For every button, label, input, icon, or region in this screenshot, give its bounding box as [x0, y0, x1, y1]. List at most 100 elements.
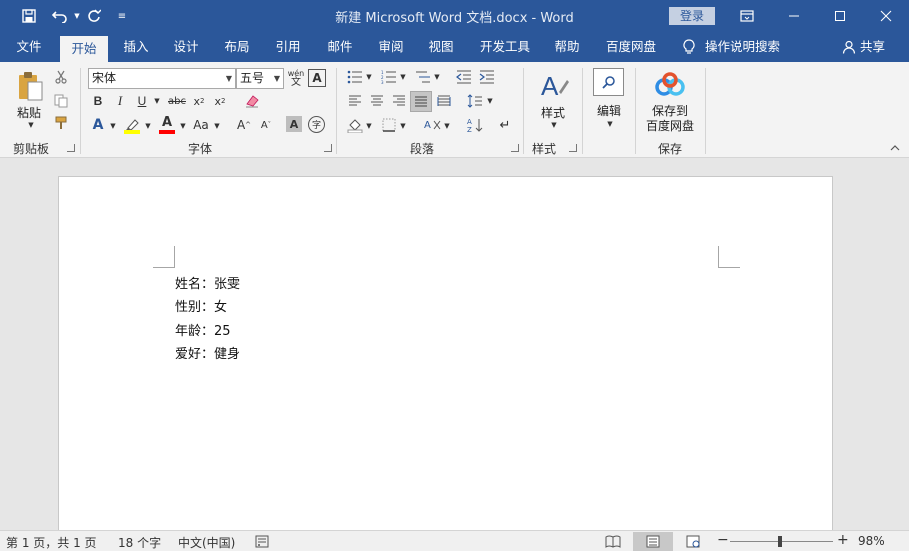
show-marks-icon[interactable]: ↵ [495, 115, 515, 135]
save-to-baidu-button[interactable]: 保存到 百度网盘 [640, 104, 700, 134]
line-spacing-dropdown-icon[interactable]: ▼ [485, 92, 495, 110]
page-count[interactable]: 第 1 页，共 1 页 [6, 534, 97, 551]
shading-icon[interactable] [346, 115, 364, 135]
distributed-icon[interactable] [435, 92, 453, 110]
underline-icon[interactable]: U [134, 92, 150, 110]
font-launcher-icon[interactable] [324, 144, 332, 152]
grow-font-icon[interactable]: A ^ [235, 115, 253, 135]
zoom-level[interactable]: 98% [858, 534, 885, 548]
font-color-icon[interactable]: A [157, 114, 177, 136]
share-button[interactable]: 共享 [842, 32, 902, 62]
print-layout-icon[interactable] [633, 532, 673, 551]
zoom-in-button[interactable]: + [837, 532, 849, 548]
close-icon[interactable] [863, 0, 909, 32]
numbering-icon[interactable]: 123 [380, 68, 398, 86]
change-case-icon[interactable]: Aa [191, 115, 211, 135]
maximize-icon[interactable] [817, 0, 863, 32]
search-icon[interactable] [593, 68, 624, 96]
paste-dropdown-icon[interactable]: ▼ [26, 120, 36, 130]
borders-dropdown-icon[interactable]: ▼ [398, 117, 408, 135]
tab-file[interactable]: 文件 [6, 32, 52, 62]
tab-home[interactable]: 开始 [60, 36, 108, 62]
strikethrough-icon[interactable]: abc [166, 92, 188, 110]
word-count[interactable]: 18 个字 [118, 534, 161, 551]
numbering-dropdown-icon[interactable]: ▼ [398, 68, 408, 86]
ribbon-display-icon[interactable] [724, 0, 770, 32]
font-name-combo[interactable]: 宋体 ▼ [88, 68, 236, 89]
align-center-icon[interactable] [368, 92, 386, 110]
decrease-indent-icon[interactable] [455, 68, 473, 86]
tell-me-search[interactable]: 操作说明搜索 [683, 32, 793, 62]
tab-references[interactable]: 引用 [266, 32, 310, 62]
document-line-hobby[interactable]: 爱好：健身 [175, 343, 240, 362]
font-color-dropdown-icon[interactable]: ▼ [178, 117, 188, 135]
editing-button[interactable]: 编辑 [589, 102, 629, 119]
paste-button[interactable]: 粘贴 [10, 104, 48, 121]
justify-icon[interactable] [410, 91, 432, 112]
tab-design[interactable]: 设计 [164, 32, 208, 62]
bullets-icon[interactable] [346, 68, 364, 86]
tab-layout[interactable]: 布局 [215, 32, 259, 62]
increase-indent-icon[interactable] [478, 68, 496, 86]
editing-dropdown-icon[interactable]: ▼ [605, 119, 615, 129]
enclose-characters-icon[interactable]: 字 [308, 116, 325, 133]
clear-formatting-icon[interactable] [242, 92, 262, 110]
font-size-dropdown-icon[interactable]: ▼ [274, 69, 280, 88]
multilevel-dropdown-icon[interactable]: ▼ [432, 68, 442, 86]
format-painter-icon[interactable] [52, 114, 70, 132]
align-right-icon[interactable] [390, 92, 408, 110]
font-name-dropdown-icon[interactable]: ▼ [226, 69, 232, 88]
tab-view[interactable]: 视图 [419, 32, 463, 62]
highlight-dropdown-icon[interactable]: ▼ [143, 117, 153, 135]
change-case-dropdown-icon[interactable]: ▼ [212, 117, 222, 135]
styles-dropdown-icon[interactable]: ▼ [549, 120, 559, 130]
tab-developer[interactable]: 开发工具 [472, 32, 538, 62]
zoom-slider-thumb[interactable] [778, 536, 783, 547]
paste-icon[interactable] [14, 68, 46, 104]
shading-dropdown-icon[interactable]: ▼ [364, 117, 374, 135]
document-line-gender[interactable]: 性别：女 [175, 296, 227, 315]
read-mode-icon[interactable] [600, 532, 626, 551]
bullets-dropdown-icon[interactable]: ▼ [364, 68, 374, 86]
clipboard-launcher-icon[interactable] [67, 144, 75, 152]
tab-review[interactable]: 审阅 [369, 32, 413, 62]
cut-icon[interactable] [52, 68, 70, 86]
login-button[interactable]: 登录 [669, 7, 715, 25]
line-spacing-icon[interactable] [465, 92, 485, 110]
text-effects-dropdown-icon[interactable]: ▼ [108, 117, 118, 135]
bold-icon[interactable]: B [90, 92, 106, 110]
phonetic-guide-icon[interactable]: wén 文 [287, 68, 305, 88]
tab-insert[interactable]: 插入 [114, 32, 158, 62]
styles-icon[interactable]: A [537, 68, 571, 102]
text-effects-icon[interactable]: A [88, 115, 108, 135]
shrink-font-icon[interactable]: Aˇ [257, 115, 275, 135]
superscript-icon[interactable]: x2 [212, 92, 228, 110]
tab-mailings[interactable]: 邮件 [318, 32, 362, 62]
collapse-ribbon-icon[interactable] [890, 144, 900, 155]
paragraph-launcher-icon[interactable] [511, 144, 519, 152]
tab-baidu-netdisk[interactable]: 百度网盘 [598, 32, 664, 62]
font-size-combo[interactable]: 五号 ▼ [236, 68, 284, 89]
multilevel-list-icon[interactable] [414, 68, 432, 86]
highlight-icon[interactable] [122, 114, 142, 136]
zoom-out-button[interactable]: − [717, 532, 729, 548]
copy-icon[interactable] [52, 92, 70, 110]
macro-recording-icon[interactable] [249, 532, 275, 551]
minimize-icon[interactable] [771, 0, 817, 32]
chinese-layout-dropdown-icon[interactable]: ▼ [442, 117, 452, 135]
sort-icon[interactable]: AZ [465, 115, 485, 135]
document-line-age[interactable]: 年龄：25 [175, 320, 231, 339]
italic-icon[interactable]: I [112, 92, 128, 110]
web-layout-icon[interactable] [680, 532, 706, 551]
language-status[interactable]: 中文(中国) [178, 534, 235, 551]
subscript-icon[interactable]: x2 [191, 92, 207, 110]
align-left-icon[interactable] [346, 92, 364, 110]
tab-help[interactable]: 帮助 [545, 32, 589, 62]
character-shading-icon[interactable]: A [286, 116, 302, 132]
document-line-name[interactable]: 姓名：张雯 [175, 273, 240, 292]
baidu-netdisk-icon[interactable] [654, 70, 686, 100]
styles-button[interactable]: 样式 [533, 104, 573, 121]
char-border-icon[interactable]: A [308, 69, 326, 87]
underline-dropdown-icon[interactable]: ▼ [152, 92, 162, 110]
borders-icon[interactable] [380, 115, 398, 135]
